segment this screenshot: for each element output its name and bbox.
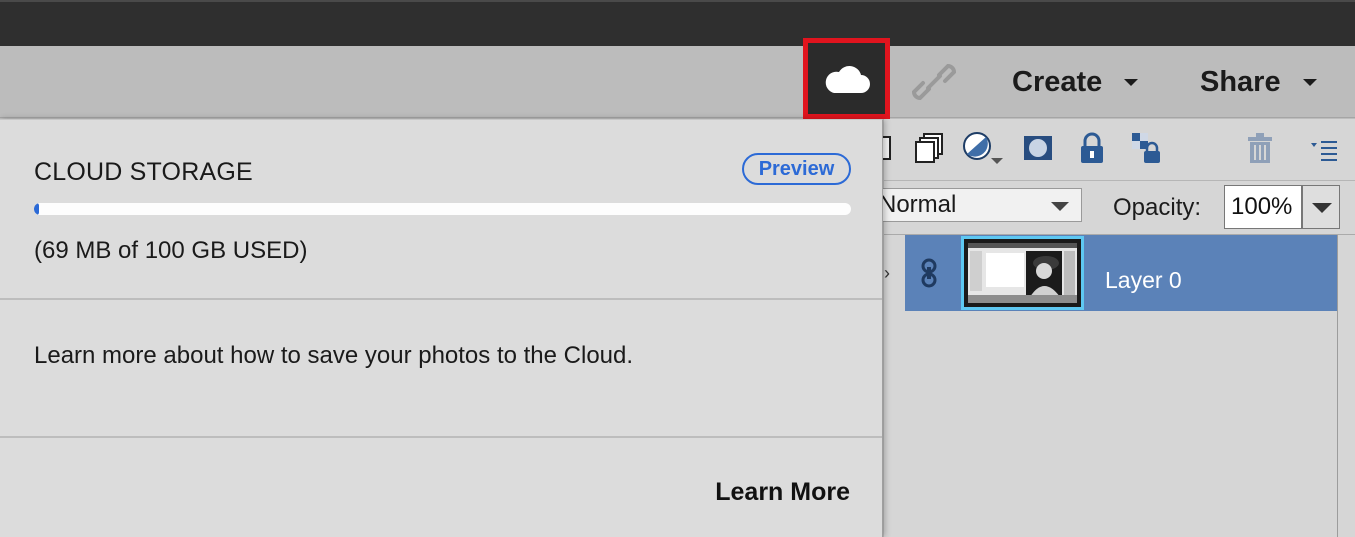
cloud-info-text: Learn more about how to save your photos… <box>34 342 634 369</box>
blend-options-row: Normal Opacity: 100% <box>878 181 1355 235</box>
chevron-down-icon <box>1302 78 1317 86</box>
adjustment-layer-icon[interactable] <box>962 131 1004 165</box>
create-label: Create <box>1012 65 1103 98</box>
blend-mode-select[interactable]: Normal <box>878 188 1082 222</box>
chain-link-icon[interactable] <box>920 258 938 288</box>
share-menu-button[interactable]: Share <box>1200 62 1317 102</box>
preview-badge: Preview <box>742 153 851 185</box>
cloud-icon <box>825 65 870 93</box>
storage-progress-fill <box>34 203 39 215</box>
share-label: Share <box>1200 65 1281 98</box>
blend-mode-value: Normal <box>879 191 957 218</box>
panel-menu-icon[interactable] <box>1308 131 1340 165</box>
layer-name: Layer 0 <box>1105 267 1182 293</box>
popover-title: CLOUD STORAGE <box>34 158 253 186</box>
chevron-right-icon[interactable]: › <box>884 263 890 284</box>
opacity-dropdown-button[interactable] <box>1302 185 1340 229</box>
duplicate-layer-icon[interactable] <box>914 131 946 165</box>
window-titlebar <box>0 0 1355 46</box>
layers-panel: Normal Opacity: 100% › Layer 0 <box>875 119 1355 537</box>
divider <box>0 298 882 300</box>
learn-more-link[interactable]: Learn More <box>715 478 850 507</box>
cloud-storage-popover: CLOUD STORAGE Preview (69 MB of 100 GB U… <box>0 119 883 537</box>
lock-icon[interactable] <box>1076 131 1108 165</box>
chevron-down-icon <box>1124 78 1139 86</box>
layer-mask-icon[interactable] <box>1022 131 1054 165</box>
opacity-label: Opacity: <box>1113 194 1202 221</box>
create-menu-button[interactable]: Create <box>1012 62 1139 102</box>
link-icon[interactable] <box>911 62 957 102</box>
lock-transparency-icon[interactable] <box>1130 131 1162 165</box>
layers-toolbar <box>875 119 1355 181</box>
panel-scrollbar[interactable] <box>1337 235 1338 537</box>
cloud-storage-button[interactable] <box>803 38 890 119</box>
opacity-input[interactable]: 100% <box>1224 185 1302 229</box>
storage-usage-text: (69 MB of 100 GB USED) <box>34 237 308 264</box>
trash-icon[interactable] <box>1244 131 1276 165</box>
divider <box>0 436 882 438</box>
layer-thumbnail <box>961 236 1084 310</box>
storage-progress-bar <box>34 203 851 215</box>
top-toolbar <box>0 46 1355 118</box>
chevron-down-icon <box>1051 202 1069 211</box>
